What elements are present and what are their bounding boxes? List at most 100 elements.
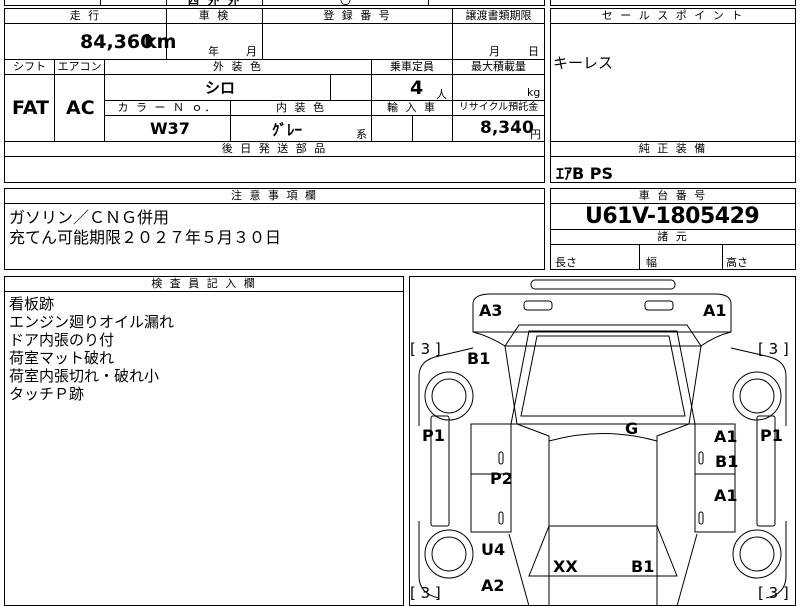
mark-roof: G [625, 419, 638, 438]
recycle-value: 8,340 [480, 118, 534, 138]
interior-color-suffix: 系 [356, 128, 367, 141]
dimension-length-label: 長さ [555, 256, 577, 269]
mark-left-rear: U4 [481, 540, 505, 559]
mark-front-left-corner: A3 [479, 301, 503, 320]
interior-color-value: ｸﾞﾚｰ [272, 121, 303, 139]
caution-line-1: ガソリン／ＣＮＧ併用 [9, 208, 170, 227]
top-fragment-d: 〇 [340, 0, 351, 7]
car-damage-diagram: [ 3 ] [ 3 ] [ 3 ] [ 3 ] A3 A1 B1 P1 P2 G… [410, 279, 789, 606]
top-fragment-a: 四 [188, 0, 199, 7]
windshield-outline [510, 330, 696, 425]
left-headlight [523, 300, 553, 311]
front-bumper-strip [530, 279, 676, 290]
mark-tail-left: XX [553, 557, 578, 576]
mark-hood-left: B1 [467, 349, 490, 368]
rear-body-outline [508, 533, 698, 606]
sales-point-text: キーレス [553, 54, 614, 72]
recycle-header: リサイクル預託金 [452, 100, 545, 116]
transfer-day-label: 日 [528, 45, 539, 58]
mark-right-door-rear: A1 [714, 486, 738, 505]
front-right-hub [739, 378, 775, 414]
inspector-line-6: タッチＰ跡 [9, 385, 85, 403]
tire-rl-label: [ 3 ] [410, 584, 441, 602]
tire-rr-label: [ 3 ] [758, 584, 789, 602]
roof-outline [548, 433, 658, 527]
mark-tail-right: B1 [631, 557, 654, 576]
chassis-value: U61V-1805429 [585, 204, 760, 229]
left-door-handle-1 [498, 451, 504, 465]
chassis-header: 車 台 番 号 [550, 188, 796, 204]
mark-front-right-corner: A1 [703, 301, 727, 320]
shift-header: シフト [4, 59, 55, 75]
registration-cell [262, 23, 453, 60]
top-divider-1 [100, 0, 101, 6]
max-load-unit: kg [527, 86, 541, 99]
inspector-header: 検 査 員 記 入 欄 [4, 276, 404, 292]
color-no-header: カ ラ ー Ｎ ｏ． [104, 100, 231, 116]
mark-left-outer: P1 [422, 426, 445, 445]
rear-window-outline [528, 525, 678, 577]
inspection-month-label: 月 [246, 45, 257, 58]
recycle-unit: 円 [530, 128, 541, 141]
mark-right-outer: P1 [760, 426, 783, 445]
registration-header: 登 録 番 号 [262, 8, 453, 24]
max-load-header: 最大積載量 [452, 59, 545, 75]
import-cell-a [371, 115, 413, 142]
transfer-header: 譲渡書類期限 [452, 8, 545, 24]
later-parts-header: 後 日 発 送 部 品 [4, 141, 545, 157]
aircon-value: AC [66, 97, 95, 119]
front-right-fender [730, 347, 787, 426]
right-door-handle-1 [698, 451, 704, 465]
caution-line-2: 充てん可能期限２０２７年５月３０日 [9, 228, 282, 247]
car-front-outline [472, 293, 732, 333]
top-fragment-c: 外 [228, 0, 239, 7]
mileage-header: 走 行 [4, 8, 167, 24]
mark-right-door-mid: B1 [715, 452, 738, 471]
sales-point-box [550, 8, 796, 142]
dimension-height-label: 高さ [726, 256, 748, 269]
transfer-month-label: 月 [489, 45, 500, 58]
top-cropped-row [4, 0, 545, 6]
shift-value: FAT [12, 97, 49, 119]
top-divider-2 [166, 0, 167, 6]
tire-fr-label: [ 3 ] [758, 340, 789, 358]
tire-fl-label: [ 3 ] [410, 340, 441, 358]
rear-right-hub [739, 536, 775, 572]
dimensions-header: 諸 元 [550, 229, 796, 245]
mileage-value: 84,360 [80, 31, 154, 53]
aircon-header: エアコン [54, 59, 105, 75]
sales-point-header: セ ー ル ス ポ イ ン ト [550, 8, 796, 24]
caution-header: 注 意 事 項 欄 [4, 188, 545, 204]
rear-left-hub [431, 536, 467, 572]
inspection-year-label: 年 [208, 45, 219, 58]
mark-rear-left-corner: A2 [481, 576, 505, 595]
left-front-door [470, 423, 512, 475]
top-divider-3 [262, 0, 263, 6]
interior-color-header: 内 装 色 [230, 100, 372, 116]
left-door-handle-2 [498, 511, 504, 525]
capacity-header: 乗車定員 [371, 59, 453, 75]
color-no-value: W37 [150, 119, 190, 138]
mark-left-p2: P2 [490, 469, 513, 488]
mark-right-door-front: A1 [714, 427, 738, 446]
inspector-line-5: 荷室内張切れ・破れ小 [9, 367, 160, 385]
exterior-color-header: 外 装 色 [104, 59, 372, 75]
inspector-line-3: ドア内張のり付 [9, 331, 115, 349]
import-header: 輸 入 車 [371, 100, 453, 116]
dimension-width-label: 幅 [646, 256, 657, 269]
front-left-hub [431, 378, 467, 414]
import-cell-b [412, 115, 453, 142]
right-door-handle-2 [698, 511, 704, 525]
inspection-header: 車 検 [166, 8, 263, 24]
inspector-line-4: 荷室マット破れ [9, 349, 115, 367]
inspector-line-1: 看板跡 [9, 295, 55, 313]
top-fragment-b: 外 [208, 0, 219, 7]
exterior-color-value: シロ [205, 79, 236, 97]
inspector-line-2: エンジン廻りオイル漏れ [9, 313, 175, 331]
capacity-value: 4 [410, 77, 424, 99]
genuine-equipment-text: ｴｱB PS [556, 164, 614, 183]
top-right-cropped [550, 0, 796, 6]
genuine-equipment-header: 純 正 装 備 [550, 141, 796, 157]
windshield-inner [520, 335, 686, 417]
exterior-color-extra-cell [330, 74, 372, 101]
